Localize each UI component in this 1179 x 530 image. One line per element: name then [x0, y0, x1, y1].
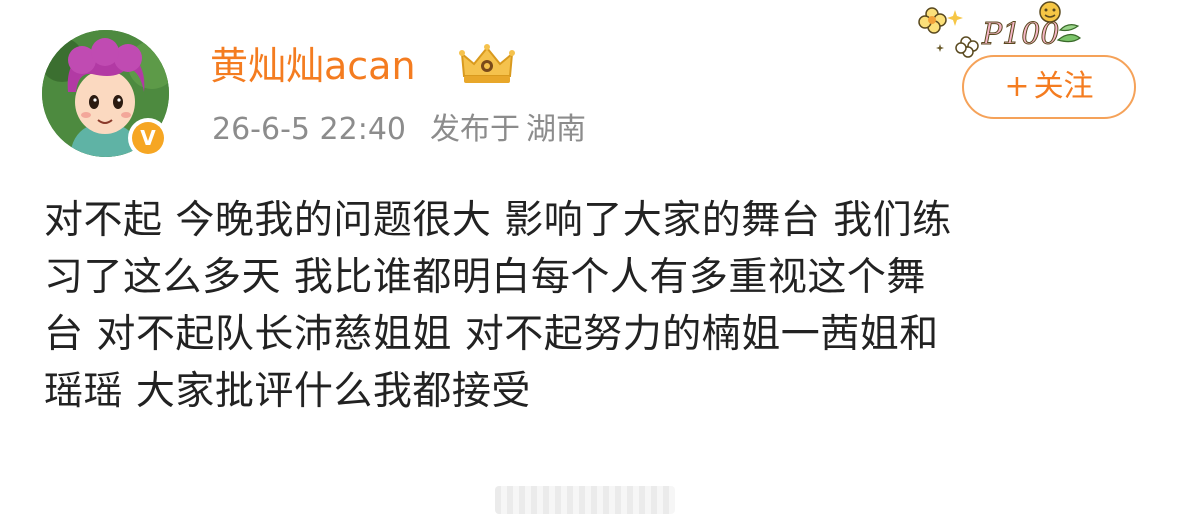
flower-decoration-icon: P100 — [918, 1, 1081, 58]
plus-icon: + — [1004, 69, 1030, 104]
watermark-bar — [495, 486, 675, 514]
weibo-post: V 黄灿灿acan 26-6-5 22:40 发布于 湖南 P100 + 关注 … — [0, 0, 1179, 530]
post-content-line: 习了这么多天 我比谁都明白每个人有多重视这个舞 — [44, 255, 926, 300]
follow-button[interactable]: + 关注 — [962, 55, 1136, 119]
verified-badge-icon: V — [128, 118, 168, 158]
post-meta: 26-6-5 22:40 发布于 湖南 — [212, 110, 586, 150]
verified-badge-label: V — [132, 122, 164, 154]
username[interactable]: 黄灿灿acan — [210, 42, 416, 90]
post-timestamp: 26-6-5 22:40 — [212, 112, 406, 147]
post-content: 对不起 今晚我的问题很大 影响了大家的舞台 我们练 习了这么多天 我比谁都明白每… — [44, 192, 1134, 420]
follow-button-label: 关注 — [1033, 69, 1094, 104]
crown-icon — [459, 44, 515, 83]
post-content-line: 台 对不起队长沛慈姐姐 对不起努力的楠姐一茜姐和 — [44, 312, 939, 357]
post-content-line: 瑶瑶 大家批评什么我都接受 — [44, 369, 531, 414]
post-location: 湖南 — [526, 112, 586, 147]
published-label: 发布于 — [430, 112, 520, 147]
post-content-line: 对不起 今晚我的问题很大 影响了大家的舞台 我们练 — [44, 198, 952, 243]
